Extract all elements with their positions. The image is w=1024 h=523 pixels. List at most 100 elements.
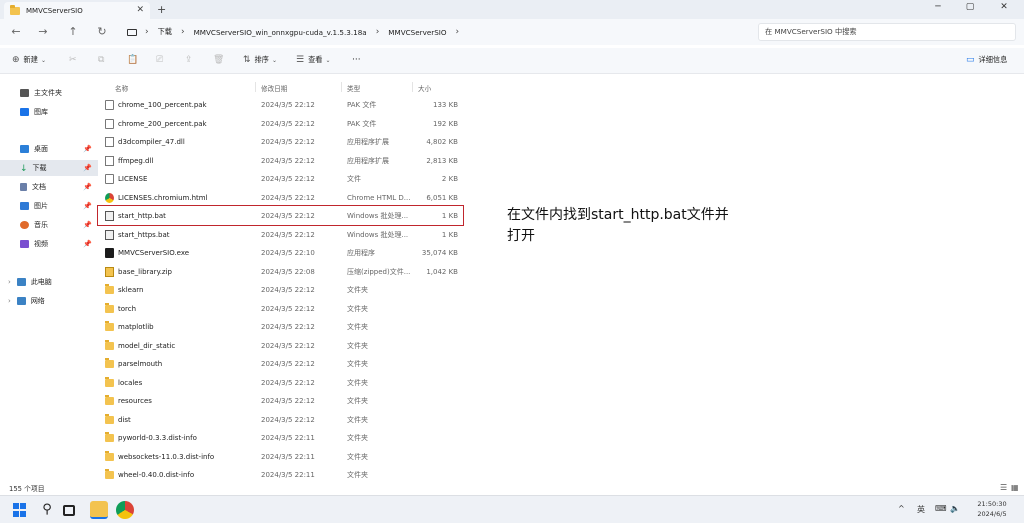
maximize-button[interactable]: ▢ <box>958 2 982 12</box>
copy-icon[interactable]: ⧉ <box>98 55 104 65</box>
breadcrumb-current-folder[interactable]: MMVCServerSIO <box>388 28 446 37</box>
column-divider[interactable] <box>255 82 256 92</box>
start-button[interactable] <box>11 501 29 519</box>
column-header-date[interactable]: 修改日期 <box>261 83 287 93</box>
music-icon <box>20 221 29 229</box>
minimize-button[interactable]: ─ <box>926 2 950 12</box>
new-button[interactable]: ⊕ 新建 ⌄ <box>12 55 46 65</box>
file-row[interactable]: locales 2024/3/5 22:12 文件夹 <box>100 374 464 392</box>
view-button[interactable]: ☰ 查看 ⌄ <box>296 55 331 65</box>
forward-button[interactable]: → <box>35 25 51 38</box>
file-row[interactable]: start_https.bat 2024/3/5 22:12 Windows 批处理… <box>100 226 464 244</box>
file-type: 文件夹 <box>347 452 368 461</box>
sidebar-item-gallery[interactable]: 图库 <box>0 104 98 120</box>
file-explorer-icon[interactable] <box>90 501 108 519</box>
document-icon <box>20 183 27 191</box>
column-header-name[interactable]: 名称 <box>115 83 128 93</box>
chevron-right-icon: › <box>8 278 11 286</box>
details-view-icon[interactable]: ☰ <box>1000 483 1007 492</box>
new-label: 新建 <box>23 55 38 64</box>
file-row[interactable]: dist 2024/3/5 22:12 文件夹 <box>100 411 464 429</box>
file-date: 2024/3/5 22:12 <box>261 138 315 146</box>
column-header-size[interactable]: 大小 <box>418 83 431 93</box>
video-icon <box>20 240 29 248</box>
file-icon <box>105 118 114 129</box>
file-row[interactable]: parselmouth 2024/3/5 22:12 文件夹 <box>100 355 464 373</box>
address-bar[interactable]: › 下载 › MMVCServerSIO_win_onnxgpu-cuda_v.… <box>121 23 751 41</box>
sidebar-item-documents[interactable]: 文档 📌 <box>0 179 98 195</box>
file-row[interactable]: matplotlib 2024/3/5 22:12 文件夹 <box>100 318 464 336</box>
file-row[interactable]: MMVCServerSIO.exe 2024/3/5 22:10 应用程序 35,07… <box>100 244 464 262</box>
column-header-type[interactable]: 类型 <box>347 83 360 93</box>
sidebar-item-network[interactable]: › 网络 <box>0 293 98 309</box>
system-clock[interactable]: 21:50:30 2024/6/5 <box>965 499 1019 519</box>
file-row[interactable]: chrome_200_percent.pak 2024/3/5 22:12 PAK … <box>100 115 464 133</box>
more-options-button[interactable]: ··· <box>352 55 361 65</box>
breadcrumb-downloads[interactable]: 下载 <box>158 27 172 37</box>
folder-icon <box>105 321 114 331</box>
clock-date: 2024/6/5 <box>977 510 1007 518</box>
column-divider[interactable] <box>341 82 342 92</box>
share-icon[interactable]: ⇪ <box>185 55 193 65</box>
file-row[interactable]: sklearn 2024/3/5 22:12 文件夹 <box>100 281 464 299</box>
details-pane-button[interactable]: ▭ 详细信息 <box>966 55 1007 65</box>
pin-icon: 📌 <box>83 240 92 248</box>
sidebar-item-desktop[interactable]: 桌面 📌 <box>0 141 98 157</box>
search-input[interactable]: 在 MMVCServerSIO 中搜索 <box>758 23 1016 41</box>
sidebar-item-home[interactable]: 主文件夹 <box>0 85 98 101</box>
file-row[interactable]: wheel-0.40.0.dist-info 2024/3/5 22:11 文件夹 <box>100 466 464 484</box>
file-row[interactable]: LICENSE 2024/3/5 22:12 文件 2 KB <box>100 170 464 188</box>
rename-icon[interactable]: ⎚ <box>156 55 163 65</box>
pin-icon: 📌 <box>83 202 92 210</box>
plus-circle-icon: ⊕ <box>12 55 20 65</box>
chevron-down-icon: ⌄ <box>271 56 277 64</box>
cut-icon[interactable]: ✂ <box>69 55 77 65</box>
file-row[interactable]: d3dcompiler_47.dll 2024/3/5 22:12 应用程序扩展 4,… <box>100 133 464 151</box>
file-row[interactable]: base_library.zip 2024/3/5 22:08 压缩(zipped)… <box>100 263 464 281</box>
file-row[interactable]: chrome_100_percent.pak 2024/3/5 22:12 PAK … <box>100 96 464 114</box>
speaker-icon[interactable]: 🔈 <box>950 504 960 513</box>
paste-icon[interactable]: 📋 <box>127 55 138 65</box>
file-date: 2024/3/5 22:12 <box>261 415 315 424</box>
input-method-indicator[interactable]: 英 <box>917 504 925 515</box>
input-panel-icon[interactable]: ⌨ <box>935 504 947 513</box>
close-tab-button[interactable]: ✕ <box>136 5 144 15</box>
file-row[interactable]: ffmpeg.dll 2024/3/5 22:12 应用程序扩展 2,813 KB <box>100 152 464 170</box>
chrome-icon[interactable] <box>116 501 134 519</box>
new-tab-button[interactable]: + <box>157 3 166 16</box>
file-row[interactable]: websockets-11.0.3.dist-info 2024/3/5 22:1… <box>100 448 464 466</box>
file-row[interactable]: resources 2024/3/5 22:12 文件夹 <box>100 392 464 410</box>
breadcrumb-release-folder[interactable]: MMVCServerSIO_win_onnxgpu-cuda_v.1.5.3.1… <box>194 28 367 37</box>
sort-button[interactable]: ⇅ 排序 ⌄ <box>243 55 277 65</box>
sidebar-item-pictures[interactable]: 图片 📌 <box>0 198 98 214</box>
delete-icon[interactable]: 🗑 <box>213 55 224 65</box>
tab-mmvcserversio[interactable]: MMVCServerSIO ✕ <box>4 2 150 19</box>
close-window-button[interactable]: ✕ <box>992 2 1016 12</box>
file-row[interactable]: torch 2024/3/5 22:12 文件夹 <box>100 300 464 318</box>
file-row[interactable]: pyworld-0.3.3.dist-info 2024/3/5 22:11 文件夹 <box>100 429 464 447</box>
back-button[interactable]: ← <box>8 25 24 38</box>
search-icon[interactable]: ⚲ <box>38 501 56 519</box>
file-date: 2024/3/5 22:12 <box>261 397 315 405</box>
application-icon <box>105 248 114 258</box>
tiles-view-icon[interactable]: ▦ <box>1011 483 1019 492</box>
file-row[interactable]: model_dir_static 2024/3/5 22:12 文件夹 <box>100 337 464 355</box>
sort-icon: ⇅ <box>243 55 251 65</box>
refresh-button[interactable]: ↻ <box>94 25 110 38</box>
show-hidden-icons-button[interactable]: ^ <box>898 504 905 513</box>
pin-icon: 📌 <box>83 164 92 172</box>
up-button[interactable]: ↑ <box>65 25 81 38</box>
sidebar-item-videos[interactable]: 视频 📌 <box>0 236 98 252</box>
file-name: pyworld-0.3.3.dist-info <box>118 434 197 442</box>
file-name: start_https.bat <box>118 230 170 239</box>
file-row[interactable]: LICENSES.chromium.html 2024/3/5 22:12 Chro… <box>100 189 464 207</box>
chevron-right-icon: › <box>145 27 149 37</box>
task-view-icon[interactable] <box>63 505 75 516</box>
column-divider[interactable] <box>412 82 413 92</box>
sidebar-item-this-pc[interactable]: › 此电脑 <box>0 274 98 290</box>
clock-time: 21:50:30 <box>977 500 1007 508</box>
file-name: model_dir_static <box>118 341 176 350</box>
sidebar-item-downloads[interactable]: ↓ 下载 📌 <box>0 160 98 176</box>
this-pc-icon <box>16 278 26 286</box>
sidebar-item-music[interactable]: 音乐 📌 <box>0 217 98 233</box>
